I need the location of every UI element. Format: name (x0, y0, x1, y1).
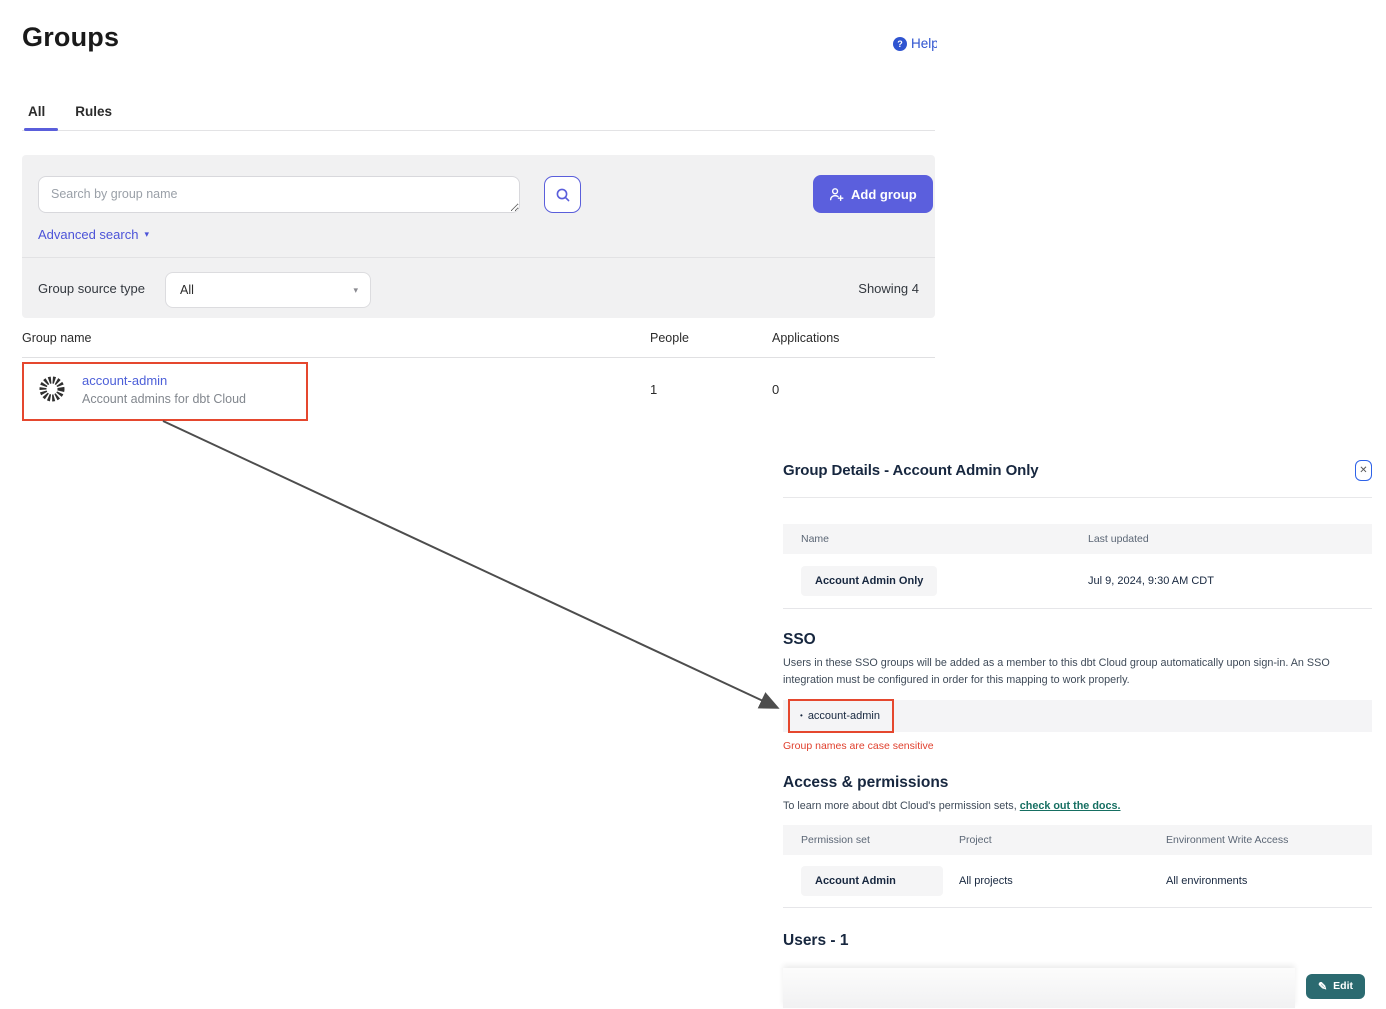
group-name-cell: account-admin Account admins for dbt Clo… (22, 373, 650, 406)
edit-label: Edit (1333, 980, 1353, 992)
panel-header: Group Details - Account Admin Only ✕ (783, 462, 1372, 498)
panel-title: Group Details - Account Admin Only (783, 462, 1039, 479)
sso-group-tag: account-admin (808, 710, 880, 722)
col-last-updated: Last updated (1070, 533, 1372, 545)
group-source-type-value: All (180, 283, 194, 297)
access-description: To learn more about dbt Cloud's permissi… (783, 798, 1361, 815)
add-group-label: Add group (851, 187, 917, 202)
name-table: Name Last updated Account Admin Only Jul… (783, 524, 1372, 609)
docs-link[interactable]: check out the docs. (1020, 800, 1121, 812)
permissions-table: Permission set Project Environment Write… (783, 825, 1372, 908)
groups-page: Groups ? Help All Rules Advanced search … (0, 0, 1386, 1009)
col-group-name: Group name (22, 331, 650, 345)
close-icon[interactable]: ✕ (1355, 460, 1372, 481)
env-write-access-value: All environments (1148, 875, 1372, 887)
group-link[interactable]: account-admin (82, 373, 246, 388)
table-row[interactable]: account-admin Account admins for dbt Clo… (22, 358, 935, 420)
people-count: 1 (650, 382, 772, 397)
col-project: Project (941, 834, 1148, 846)
sso-description: Users in these SSO groups will be added … (783, 655, 1361, 690)
group-details-panel: Group Details - Account Admin Only ✕ Nam… (783, 462, 1372, 1009)
col-people: People (650, 331, 772, 345)
access-permissions-heading: Access & permissions (783, 774, 1372, 792)
tabs-divider (22, 130, 935, 131)
case-sensitive-warning: Group names are case sensitive (783, 740, 1372, 752)
group-source-type-select[interactable]: All ▾ (165, 272, 371, 308)
name-table-header: Name Last updated (783, 524, 1372, 554)
users-heading: Users - 1 (783, 932, 1372, 950)
tab-bar: All Rules (28, 104, 112, 131)
bullet-icon: • (800, 711, 803, 720)
search-button[interactable] (544, 176, 581, 213)
filter-card: Advanced search ▾ Add group Group source… (22, 155, 935, 318)
tab-rules[interactable]: Rules (75, 104, 112, 131)
name-table-row: Account Admin Only Jul 9, 2024, 9:30 AM … (783, 554, 1372, 608)
advanced-search-label: Advanced search (38, 227, 138, 242)
group-name-text: account-admin Account admins for dbt Clo… (82, 373, 246, 406)
permission-set-badge: Account Admin (801, 866, 943, 896)
group-name-badge: Account Admin Only (801, 566, 937, 596)
col-applications: Applications (772, 331, 935, 345)
help-label: Help (911, 36, 937, 51)
sso-group-bar: • account-admin (783, 700, 1372, 732)
chevron-down-icon: ▾ (353, 285, 358, 296)
sso-heading: SSO (783, 631, 1372, 649)
chevron-down-icon: ▾ (144, 229, 149, 240)
search-area: Advanced search ▾ Add group (22, 155, 935, 258)
advanced-search-toggle[interactable]: Advanced search ▾ (38, 227, 149, 242)
permissions-table-header: Permission set Project Environment Write… (783, 825, 1372, 855)
last-updated-value: Jul 9, 2024, 9:30 AM CDT (1070, 575, 1372, 587)
groups-table-header: Group name People Applications (22, 318, 935, 358)
group-source-type-row: Group source type All ▾ Showing 4 (22, 259, 935, 318)
help-link[interactable]: ? Help (893, 36, 937, 51)
help-icon: ? (893, 37, 907, 51)
add-group-button[interactable]: Add group (813, 175, 933, 213)
col-env-write-access: Environment Write Access (1148, 834, 1372, 846)
col-permission-set: Permission set (783, 834, 941, 846)
access-description-text: To learn more about dbt Cloud's permissi… (783, 800, 1020, 812)
pencil-icon: ✎ (1318, 980, 1327, 993)
tab-all[interactable]: All (28, 104, 45, 131)
showing-count: Showing 4 (858, 281, 919, 296)
add-user-icon (829, 187, 844, 202)
highlight-box-sso-tag[interactable]: • account-admin (788, 699, 894, 733)
col-name: Name (783, 533, 1070, 545)
search-icon (555, 187, 571, 203)
page-title: Groups (22, 22, 119, 53)
search-input[interactable] (38, 176, 520, 213)
group-description: Account admins for dbt Cloud (82, 392, 246, 406)
permissions-table-row: Account Admin All projects All environme… (783, 855, 1372, 907)
groups-table: Group name People Applications account-a… (22, 318, 935, 420)
applications-count: 0 (772, 382, 935, 397)
project-value: All projects (941, 875, 1148, 887)
active-tab-indicator (24, 128, 58, 131)
panel-footer: ✎ Edit (783, 966, 1372, 1009)
footer-bar (783, 968, 1295, 1008)
group-starburst-icon (38, 375, 66, 403)
group-source-type-label: Group source type (38, 281, 145, 296)
edit-button[interactable]: ✎ Edit (1306, 974, 1365, 999)
